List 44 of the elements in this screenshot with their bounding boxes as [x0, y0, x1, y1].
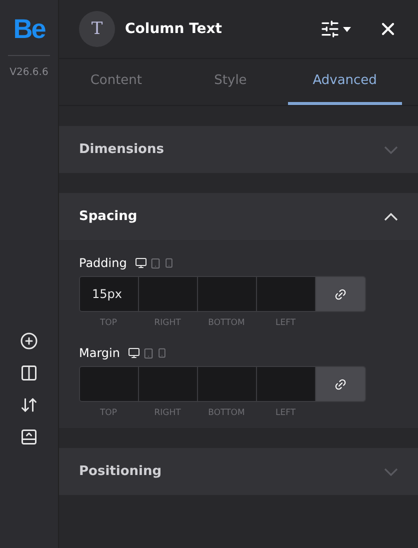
spacing-field[interactable]	[139, 367, 198, 401]
link-button[interactable]	[316, 367, 365, 401]
section-header[interactable]: Spacing	[59, 193, 418, 240]
spacing-field[interactable]	[198, 367, 257, 401]
add-icon[interactable]	[20, 332, 38, 350]
spacing-field[interactable]	[80, 367, 139, 401]
chevron-up-icon	[384, 212, 398, 220]
field-caption: TOP	[98, 318, 118, 328]
sort-icon[interactable]	[20, 396, 38, 414]
spacing-field[interactable]	[257, 277, 316, 311]
desktop-icon[interactable]	[134, 257, 147, 269]
caret-icon	[340, 24, 354, 34]
field-caption: LEFT	[274, 408, 297, 418]
desktop-icon[interactable]	[128, 347, 140, 359]
mobile-icon[interactable]	[157, 348, 167, 358]
import-icon[interactable]	[20, 428, 38, 446]
sliders-icon	[320, 19, 340, 39]
link-button[interactable]	[316, 277, 365, 311]
tablet-icon[interactable]	[143, 348, 154, 358]
field-caption: RIGHT	[153, 318, 182, 328]
settings-dropdown[interactable]	[320, 19, 354, 39]
spacing-field[interactable]	[198, 277, 257, 311]
spacing-field[interactable]: 15px	[80, 277, 139, 311]
section-header[interactable]: Positioning	[59, 448, 418, 495]
field-caption: LEFT	[274, 318, 297, 328]
logo: Be	[8, 14, 50, 56]
spacing-field[interactable]	[139, 277, 198, 311]
chevron-down-icon	[384, 146, 398, 154]
version-label: V26.6.6	[10, 67, 48, 78]
tablet-icon[interactable]	[150, 258, 161, 268]
panel-title: Column Text	[125, 21, 223, 37]
group-label: Margin	[79, 346, 120, 360]
spacing-field[interactable]	[257, 367, 316, 401]
group-label: Padding	[79, 256, 127, 270]
field-caption: RIGHT	[153, 408, 182, 418]
tab[interactable]: Advanced	[288, 59, 402, 105]
field-caption: TOP	[98, 408, 118, 418]
chevron-down-icon	[384, 468, 398, 476]
field-caption: BOTTOM	[207, 318, 246, 328]
layout-icon[interactable]	[20, 364, 38, 382]
field-caption: BOTTOM	[207, 408, 246, 418]
section-header[interactable]: Dimensions	[59, 126, 418, 173]
mobile-icon[interactable]	[164, 258, 174, 268]
text-element-icon: T	[79, 11, 115, 47]
